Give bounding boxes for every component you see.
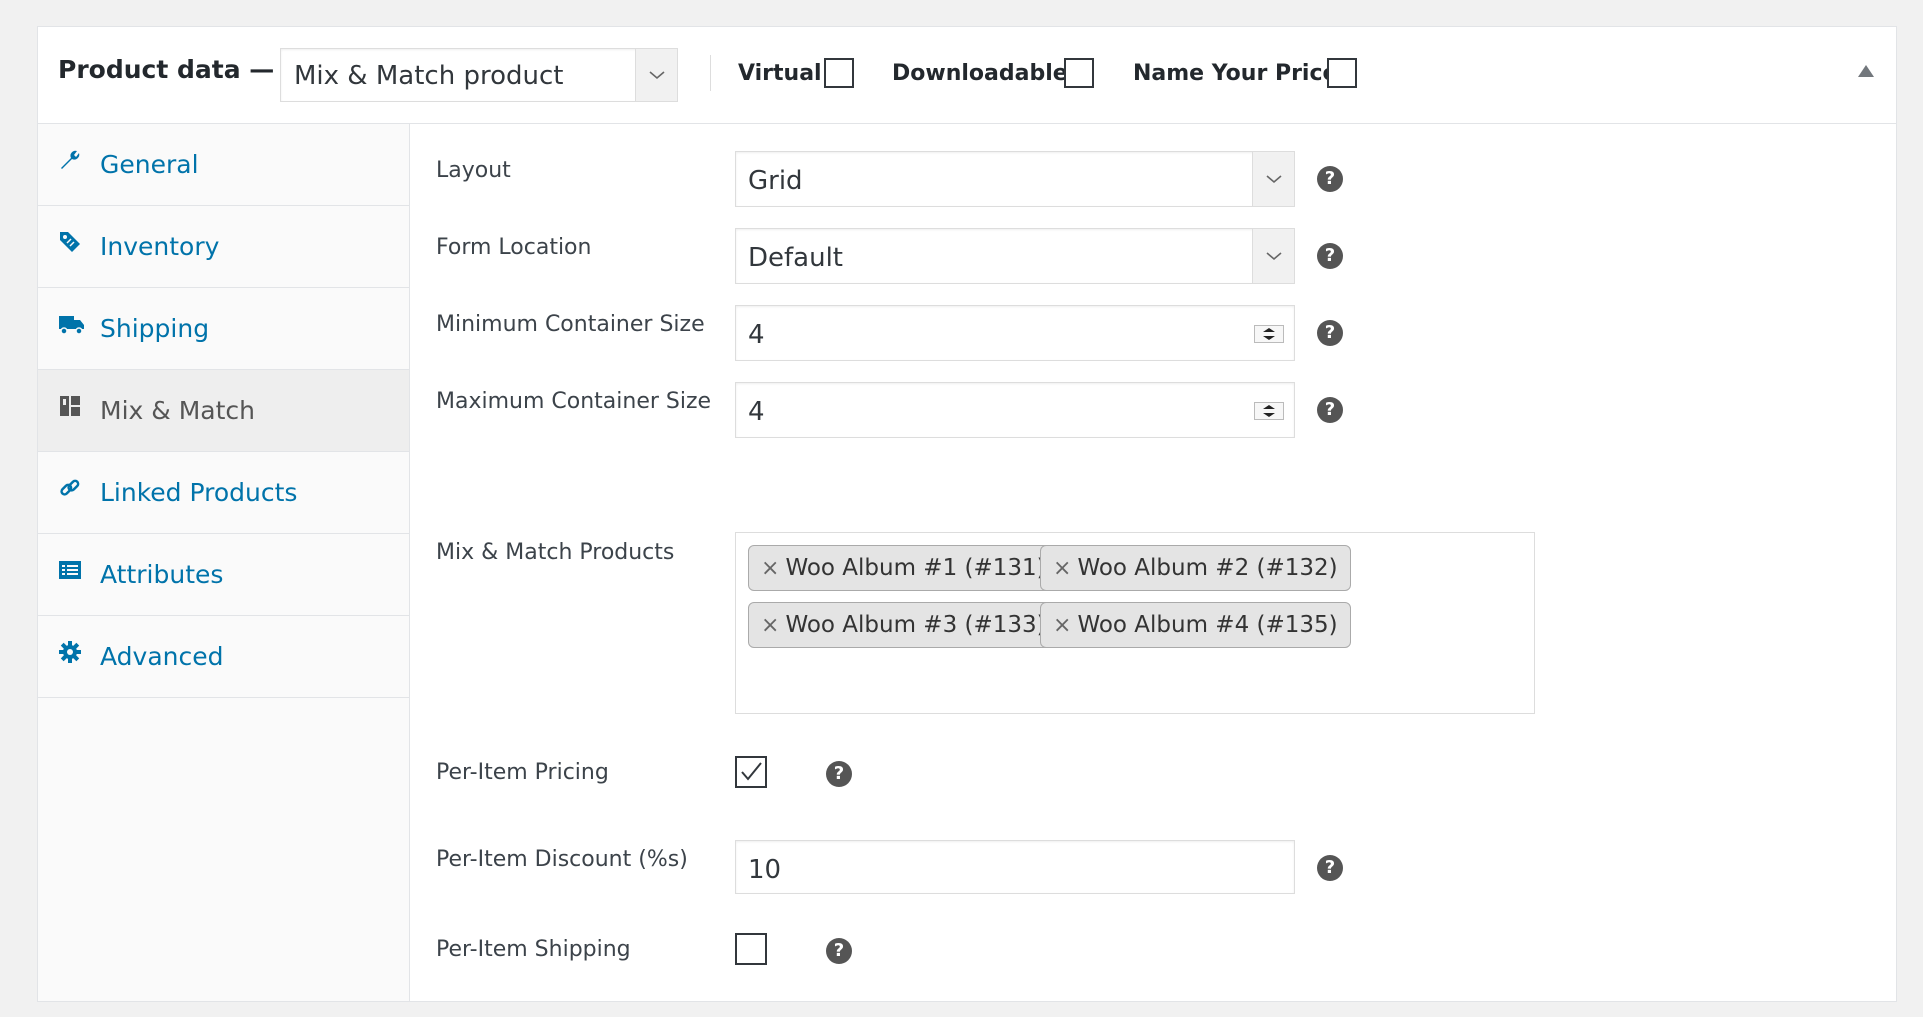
- product-chip[interactable]: × Woo Album #3 (#133): [748, 602, 1059, 648]
- product-data-title: Product data —: [58, 55, 275, 84]
- tab-shipping[interactable]: Shipping: [38, 288, 409, 370]
- product-type-select[interactable]: Mix & Match product: [280, 48, 678, 102]
- remove-icon[interactable]: ×: [761, 613, 779, 638]
- number-spinner-icon[interactable]: [1254, 402, 1284, 420]
- per-item-pricing-checkbox[interactable]: [735, 756, 767, 788]
- tab-mix-and-match[interactable]: Mix & Match: [38, 370, 409, 452]
- min-container-size-value: 4: [748, 320, 765, 350]
- header-separator: [710, 55, 711, 91]
- mix-match-products-label: Mix & Match Products: [436, 540, 675, 565]
- tab-label: Linked Products: [100, 478, 298, 507]
- remove-icon[interactable]: ×: [1053, 556, 1071, 581]
- product-data-header: Product data — Mix & Match product Virtu…: [38, 27, 1896, 124]
- min-container-size-input[interactable]: 4: [735, 305, 1295, 361]
- layout-value: Grid: [748, 166, 803, 196]
- product-data-panel: Product data — Mix & Match product Virtu…: [37, 26, 1897, 1002]
- chevron-down-icon[interactable]: [1252, 152, 1294, 206]
- name-your-price-checkbox[interactable]: [1327, 58, 1357, 88]
- virtual-label: Virtual:: [738, 61, 831, 86]
- tag-icon: [58, 230, 82, 254]
- product-chip[interactable]: × Woo Album #4 (#135): [1040, 602, 1351, 648]
- remove-icon[interactable]: ×: [761, 556, 779, 581]
- tab-inventory[interactable]: Inventory: [38, 206, 409, 288]
- product-chip[interactable]: × Woo Album #1 (#131): [748, 545, 1059, 591]
- tab-label: General: [100, 150, 199, 179]
- link-icon: [58, 476, 82, 500]
- help-icon[interactable]: ?: [1317, 320, 1343, 346]
- wrench-icon: [58, 148, 82, 172]
- form-location-value: Default: [748, 243, 843, 273]
- per-item-discount-input[interactable]: 10: [735, 840, 1295, 894]
- mix-and-match-options: Layout Grid ? Form Location Default ? Mi…: [410, 124, 1896, 1001]
- gear-icon: [58, 640, 82, 664]
- list-icon: [58, 558, 82, 582]
- tab-label: Advanced: [100, 642, 224, 671]
- max-container-size-label: Maximum Container Size: [436, 389, 712, 414]
- product-chip[interactable]: × Woo Album #2 (#132): [1040, 545, 1351, 591]
- product-chip-label: Woo Album #4 (#135): [1077, 612, 1338, 638]
- layout-select[interactable]: Grid: [735, 151, 1295, 207]
- min-container-size-label: Minimum Container Size: [436, 312, 705, 337]
- help-icon[interactable]: ?: [1317, 855, 1343, 881]
- downloadable-label: Downloadable:: [892, 61, 1077, 86]
- collapse-arrow-icon[interactable]: [1858, 65, 1874, 77]
- remove-icon[interactable]: ×: [1053, 613, 1071, 638]
- help-icon[interactable]: ?: [826, 938, 852, 964]
- chevron-down-icon[interactable]: [635, 49, 677, 101]
- grid-icon: [58, 394, 82, 418]
- per-item-shipping-label: Per-Item Shipping: [436, 937, 631, 962]
- product-data-tabs: General Inventory Shipping Mix & Match L…: [38, 124, 410, 1001]
- help-icon[interactable]: ?: [826, 761, 852, 787]
- max-container-size-input[interactable]: 4: [735, 382, 1295, 438]
- layout-label: Layout: [436, 158, 511, 183]
- name-your-price-label: Name Your Price:: [1133, 61, 1347, 86]
- tab-label: Shipping: [100, 314, 210, 343]
- tab-label: Attributes: [100, 560, 224, 589]
- tab-label: Inventory: [100, 232, 220, 261]
- max-container-size-value: 4: [748, 397, 765, 427]
- per-item-discount-value: 10: [748, 855, 782, 885]
- tab-label: Mix & Match: [100, 396, 255, 425]
- form-location-label: Form Location: [436, 235, 592, 260]
- product-chip-label: Woo Album #2 (#132): [1077, 555, 1338, 581]
- product-chip-label: Woo Album #3 (#133): [785, 612, 1046, 638]
- per-item-discount-label: Per-Item Discount (%s): [436, 847, 688, 872]
- downloadable-checkbox[interactable]: [1064, 58, 1094, 88]
- form-location-select[interactable]: Default: [735, 228, 1295, 284]
- mix-match-products-select[interactable]: × Woo Album #1 (#131) × Woo Album #2 (#132…: [735, 532, 1535, 714]
- chevron-down-icon[interactable]: [1252, 229, 1294, 283]
- tab-advanced[interactable]: Advanced: [38, 616, 409, 698]
- help-icon[interactable]: ?: [1317, 243, 1343, 269]
- product-chip-label: Woo Album #1 (#131): [785, 555, 1046, 581]
- virtual-checkbox[interactable]: [824, 58, 854, 88]
- per-item-pricing-label: Per-Item Pricing: [436, 760, 609, 785]
- tab-linked-products[interactable]: Linked Products: [38, 452, 409, 534]
- help-icon[interactable]: ?: [1317, 166, 1343, 192]
- per-item-shipping-checkbox[interactable]: [735, 933, 767, 965]
- truck-icon: [58, 312, 84, 336]
- tab-attributes[interactable]: Attributes: [38, 534, 409, 616]
- help-icon[interactable]: ?: [1317, 397, 1343, 423]
- product-type-value: Mix & Match product: [294, 61, 564, 91]
- tab-general[interactable]: General: [38, 124, 409, 206]
- number-spinner-icon[interactable]: [1254, 325, 1284, 343]
